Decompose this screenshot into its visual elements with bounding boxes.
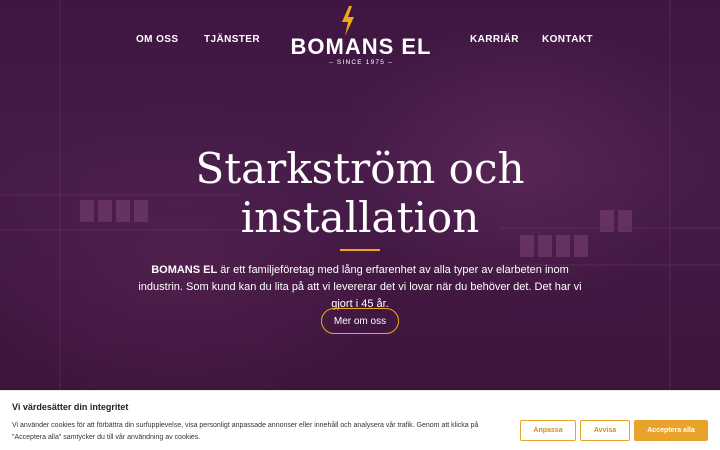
cookie-text: Vi använder cookies för att förbättra di… (12, 422, 479, 441)
nav-item-karriar[interactable]: KARRIÄR (470, 34, 519, 45)
lightning-bolt-icon (342, 6, 354, 36)
title-divider (340, 249, 380, 251)
logo-tagline: – SINCE 1975 – (329, 59, 393, 66)
hero-intro-text: BOMANS EL är ett familjeföretag med lång… (130, 262, 590, 313)
cookie-reject-button[interactable]: Avvisa (580, 420, 630, 441)
cookie-consent-banner: Vi värdesätter din integritet Vi använde… (0, 390, 720, 450)
cookie-accept-all-button[interactable]: Acceptera alla (634, 420, 708, 441)
nav-item-tjanster[interactable]: TJÄNSTER (204, 34, 260, 45)
hero-title-line-1: Starkström och (195, 144, 525, 193)
intro-brand-name: BOMANS EL (151, 264, 218, 276)
logo-wordmark: BOMANS EL (290, 34, 432, 59)
cookie-title: Vi värdesätter din integritet (12, 402, 129, 412)
cookie-customize-button[interactable]: Anpassa (520, 420, 576, 441)
hero-title: Starkström och installation (0, 144, 720, 242)
nav-item-om-oss[interactable]: OM OSS (136, 34, 178, 45)
nav-item-kontakt[interactable]: KONTAKT (542, 34, 593, 45)
site-logo[interactable]: BOMANS EL – SINCE 1975 – (288, 6, 434, 66)
hero-title-line-2: installation (240, 193, 480, 242)
more-about-us-button[interactable]: Mer om oss (321, 308, 399, 334)
